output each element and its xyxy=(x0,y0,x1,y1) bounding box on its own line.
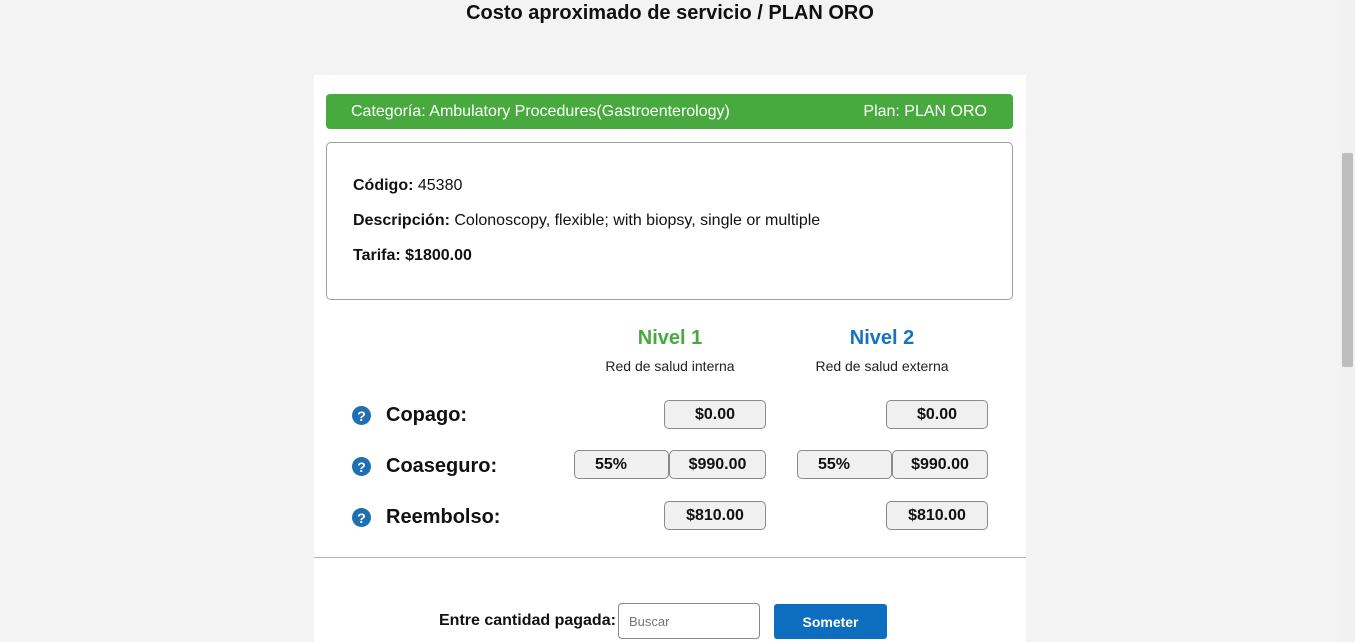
service-rate: Tarifa: $1800.00 xyxy=(353,247,472,265)
page-title: Costo aproximado de servicio / PLAN ORO xyxy=(466,2,874,24)
category-bar: Categoría: Ambulatory Procedures(Gastroe… xyxy=(326,94,1013,129)
plan-label: Plan: PLAN ORO xyxy=(863,102,987,120)
reembolso-nivel2-value: $810.00 xyxy=(886,501,988,530)
service-description: Descripción: Colonoscopy, flexible; with… xyxy=(353,212,820,230)
reembolso-nivel1-value: $810.00 xyxy=(664,501,766,530)
service-code-label: Código: xyxy=(353,177,414,194)
cost-panel: Categoría: Ambulatory Procedures(Gastroe… xyxy=(314,75,1026,642)
copago-nivel1-value: $0.00 xyxy=(664,400,766,429)
question-circle-icon[interactable]: ? xyxy=(352,508,371,527)
coaseguro-nivel2-amount: $990.00 xyxy=(892,450,988,479)
coaseguro-nivel2-percent: 55% xyxy=(797,450,892,479)
amount-paid-input[interactable] xyxy=(618,603,760,639)
service-code: Código: 45380 xyxy=(353,177,462,195)
question-circle-icon[interactable]: ? xyxy=(352,406,371,425)
level-1-title: Nivel 1 xyxy=(637,327,703,349)
coaseguro-nivel1-percent: 55% xyxy=(574,450,669,479)
copago-label: Copago: xyxy=(386,404,468,426)
section-divider xyxy=(314,557,1026,558)
service-description-value: Colonoscopy, flexible; with biopsy, sing… xyxy=(454,212,821,229)
coaseguro-nivel1-amount: $990.00 xyxy=(669,450,766,479)
level-1-header: Nivel 1 Red de salud interna xyxy=(570,327,770,374)
service-rate-label: Tarifa: $1800.00 xyxy=(353,247,472,264)
level-2-header: Nivel 2 Red de salud externa xyxy=(782,327,982,374)
page-scrollbar[interactable] xyxy=(1340,0,1355,642)
submit-button[interactable]: Someter xyxy=(774,604,887,639)
question-circle-icon[interactable]: ? xyxy=(352,457,371,476)
reembolso-label: Reembolso: xyxy=(386,506,501,528)
amount-paid-label: Entre cantidad pagada: xyxy=(439,612,616,629)
copago-row-label: ? Copago: xyxy=(352,404,467,427)
scrollbar-thumb[interactable] xyxy=(1342,153,1353,367)
level-2-title: Nivel 2 xyxy=(849,327,915,349)
copago-nivel2-value: $0.00 xyxy=(886,400,988,429)
level-1-subtitle: Red de salud interna xyxy=(605,358,735,374)
service-info-box: Código: 45380 Descripción: Colonoscopy, … xyxy=(326,142,1013,300)
coaseguro-label: Coaseguro: xyxy=(386,455,498,477)
category-label: Categoría: Ambulatory Procedures(Gastroe… xyxy=(351,102,730,120)
reembolso-row-label: ? Reembolso: xyxy=(352,506,500,529)
level-2-subtitle: Red de salud externa xyxy=(815,358,949,374)
service-description-label: Descripción: xyxy=(353,212,450,229)
coaseguro-row-label: ? Coaseguro: xyxy=(352,455,497,478)
service-code-value: 45380 xyxy=(417,177,463,194)
